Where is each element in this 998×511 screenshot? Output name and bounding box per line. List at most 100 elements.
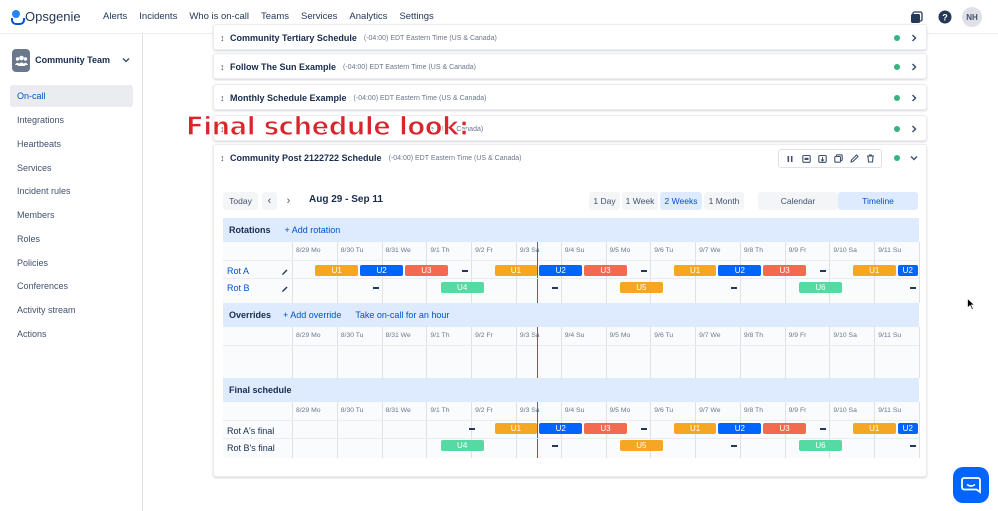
range-2-weeks[interactable]: 2 Weeks: [660, 192, 702, 210]
chevron-down-icon[interactable]: [910, 154, 918, 162]
day-label: 9/6 Tu: [654, 407, 674, 414]
copy-icon[interactable]: [831, 152, 845, 166]
shift-bar[interactable]: U6: [799, 440, 842, 451]
range-1-week[interactable]: 1 Week: [622, 192, 658, 210]
drag-handle-icon[interactable]: ↕: [220, 153, 230, 163]
sidebar-item-members[interactable]: Members: [10, 204, 133, 226]
rotation-link-rot-a[interactable]: Rot A: [227, 266, 249, 276]
shift-bar[interactable]: U2: [360, 265, 403, 276]
schedule-name[interactable]: Community Post 2122722 Schedule: [230, 153, 382, 163]
take-on-call-button[interactable]: Take on-call for an hour: [355, 310, 449, 320]
shift-bar[interactable]: U1: [852, 265, 896, 276]
chat-support-button[interactable]: [953, 467, 989, 503]
drag-handle-icon[interactable]: ↕: [220, 93, 230, 103]
chevron-right-icon[interactable]: [910, 63, 918, 71]
export-icon[interactable]: [815, 152, 829, 166]
shift-bar[interactable]: U2: [897, 265, 918, 276]
sidebar-item-integrations[interactable]: Integrations: [10, 109, 133, 131]
shift-bar[interactable]: U2: [718, 423, 762, 434]
chevron-right-icon[interactable]: [910, 125, 918, 133]
sidebar-item-actions[interactable]: Actions: [10, 323, 133, 345]
add-override-button[interactable]: + Add override: [283, 310, 341, 320]
nav-alerts[interactable]: Alerts: [103, 11, 127, 22]
schedule-header[interactable]: ↕ Monthly Schedule Example (-04:00) EDT …: [214, 85, 926, 111]
drag-handle-icon[interactable]: ↕: [220, 33, 230, 43]
schedule-timezone: (-04:00) EDT Eastern Time (US & Canada): [343, 63, 476, 71]
shift-bar[interactable]: U1: [494, 265, 538, 276]
shift-bar[interactable]: U1: [494, 423, 538, 434]
help-icon[interactable]: ?: [936, 8, 954, 26]
schedule-name[interactable]: Follow The Sun Example: [230, 62, 336, 72]
shift-bar[interactable]: U4: [440, 440, 484, 451]
status-dot: [894, 126, 900, 132]
day-label: 8/31 We: [385, 247, 411, 254]
edit-rotation-icon[interactable]: [281, 285, 289, 293]
empty-slot-dash: [910, 287, 917, 289]
range-1-day[interactable]: 1 Day: [589, 192, 620, 210]
calendar-icon[interactable]: [799, 152, 813, 166]
schedule-card[interactable]: ↕ Follow The Sun Example (-04:00) EDT Ea…: [213, 53, 927, 79]
drag-handle-icon[interactable]: ↕: [220, 62, 230, 72]
shift-bar[interactable]: U2: [718, 265, 762, 276]
view-timeline[interactable]: Timeline: [838, 192, 918, 210]
opsgenie-logo[interactable]: Opsgenie: [11, 9, 91, 25]
chevron-right-icon[interactable]: [910, 34, 918, 42]
shift-bar[interactable]: U1: [673, 423, 717, 434]
next-button[interactable]: ›: [281, 192, 296, 210]
shift-bar[interactable]: U1: [673, 265, 717, 276]
shift-bar[interactable]: U1: [852, 423, 896, 434]
schedule-name[interactable]: Monthly Schedule Example: [230, 93, 347, 103]
sidebar-item-incident-rules[interactable]: Incident rules: [10, 180, 133, 202]
schedule-card[interactable]: ↕ Monthly Schedule Example (-04:00) EDT …: [213, 84, 927, 110]
shift-bar[interactable]: U2: [897, 423, 918, 434]
pause-icon[interactable]: [783, 152, 797, 166]
sidebar-item-conferences[interactable]: Conferences: [10, 275, 133, 297]
shift-bar[interactable]: U3: [584, 265, 627, 276]
nav-analytics[interactable]: Analytics: [349, 11, 387, 22]
view-calendar[interactable]: Calendar: [758, 192, 838, 210]
chevron-right-icon[interactable]: [910, 94, 918, 102]
shift-bar[interactable]: U1: [315, 265, 359, 276]
schedule-name[interactable]: Community Tertiary Schedule: [230, 33, 357, 43]
empty-slot-dash: [730, 287, 737, 289]
schedule-card[interactable]: ↕ Community Tertiary Schedule (-04:00) E…: [213, 24, 927, 50]
sidebar-item-services[interactable]: Services: [10, 157, 133, 179]
shift-bar[interactable]: U3: [763, 265, 807, 276]
rotation-link-rot-b[interactable]: Rot B: [227, 283, 250, 293]
nav-services[interactable]: Services: [301, 11, 337, 22]
shift-bar[interactable]: U3: [763, 423, 807, 434]
schedule-header[interactable]: ↕ Community Tertiary Schedule (-04:00) E…: [214, 25, 926, 51]
user-avatar[interactable]: NH: [962, 7, 982, 27]
day-label: 8/30 Tu: [340, 407, 364, 414]
shift-bar[interactable]: U4: [440, 282, 484, 293]
sidebar-item-roles[interactable]: Roles: [10, 228, 133, 250]
range-1-month[interactable]: 1 Month: [704, 192, 744, 210]
team-switcher[interactable]: Community Team: [12, 48, 130, 72]
today-button[interactable]: Today: [223, 192, 258, 210]
sidebar-item-activity-stream[interactable]: Activity stream: [10, 299, 133, 321]
shift-bar[interactable]: U6: [799, 282, 842, 293]
header-separator: [223, 345, 919, 346]
edit-rotation-icon[interactable]: [281, 268, 289, 276]
day-gridline: [471, 242, 473, 303]
sidebar-item-on-call[interactable]: On-call: [10, 85, 133, 107]
nav-incidents[interactable]: Incidents: [139, 11, 177, 22]
nav-settings[interactable]: Settings: [399, 11, 433, 22]
shift-bar[interactable]: U3: [404, 265, 448, 276]
sidebar-item-heartbeats[interactable]: Heartbeats: [10, 133, 133, 155]
nav-teams[interactable]: Teams: [261, 11, 289, 22]
edit-icon[interactable]: [847, 152, 861, 166]
day-gridline: [650, 327, 652, 378]
day-label: 9/4 Su: [564, 247, 585, 254]
nav-who-is-on-call[interactable]: Who is on-call: [189, 11, 249, 22]
add-rotation-button[interactable]: + Add rotation: [285, 225, 341, 235]
schedule-header[interactable]: ↕ Follow The Sun Example (-04:00) EDT Ea…: [214, 54, 926, 80]
prev-button[interactable]: ‹: [262, 192, 277, 210]
shift-bar[interactable]: U3: [584, 423, 627, 434]
delete-icon[interactable]: [863, 152, 877, 166]
shift-bar[interactable]: U5: [619, 282, 663, 293]
shift-bar[interactable]: U2: [539, 265, 583, 276]
shift-bar[interactable]: U2: [539, 423, 583, 434]
sidebar-item-policies[interactable]: Policies: [10, 252, 133, 274]
shift-bar[interactable]: U5: [619, 440, 663, 451]
